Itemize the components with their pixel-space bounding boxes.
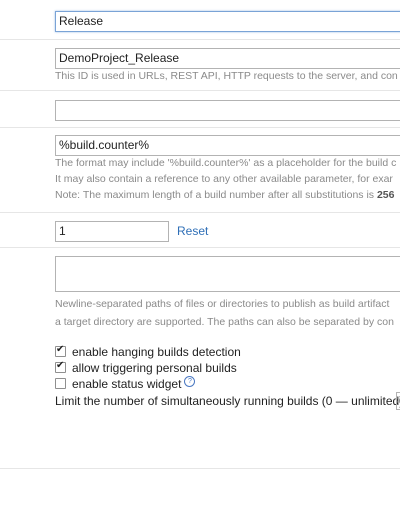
row-separator xyxy=(0,90,400,91)
build-number-format-note-2: It may also contain a reference to any o… xyxy=(55,173,393,185)
running-builds-limit-input[interactable]: 0 xyxy=(396,392,400,410)
build-configuration-id-note: This ID is used in URLs, REST API, HTTP … xyxy=(55,70,398,82)
row-separator xyxy=(0,468,400,469)
status-widget-checkbox[interactable] xyxy=(55,378,66,389)
status-widget-row: enable status widget? xyxy=(72,376,196,392)
running-builds-limit-label: Limit the number of simultaneously runni… xyxy=(55,394,400,408)
build-number-format-note-3: Note: The maximum length of a build numb… xyxy=(55,189,395,201)
artifact-paths-note-2: a target directory are supported. The pa… xyxy=(55,316,394,328)
status-widget-label: enable status widget xyxy=(72,377,182,391)
row-separator xyxy=(0,247,400,248)
build-number-format-note-1: The format may include '%build.counter%'… xyxy=(55,157,397,169)
build-number-length-note: Note: The maximum length of a build numb… xyxy=(55,189,377,201)
row-separator xyxy=(0,127,400,128)
row-separator xyxy=(0,212,400,213)
personal-builds-label: allow triggering personal builds xyxy=(72,361,237,375)
personal-builds-checkbox[interactable] xyxy=(55,360,66,373)
build-counter-input[interactable]: 1 xyxy=(55,221,169,242)
max-build-number-length: 256 xyxy=(376,189,395,201)
question-circle-icon[interactable]: ? xyxy=(184,376,196,387)
artifact-paths-textarea[interactable] xyxy=(55,256,400,292)
name-input[interactable]: Release xyxy=(55,11,400,32)
build-configuration-id-input[interactable]: DemoProject_Release xyxy=(55,48,400,69)
reset-counter-link[interactable]: Reset xyxy=(177,224,208,238)
hanging-builds-checkbox[interactable] xyxy=(55,344,66,357)
description-input[interactable] xyxy=(55,100,400,121)
hanging-builds-label: enable hanging builds detection xyxy=(72,345,241,359)
build-number-format-input[interactable]: %build.counter% xyxy=(55,135,400,156)
artifact-paths-note-1: Newline-separated paths of files or dire… xyxy=(55,298,390,310)
row-separator xyxy=(0,39,400,40)
